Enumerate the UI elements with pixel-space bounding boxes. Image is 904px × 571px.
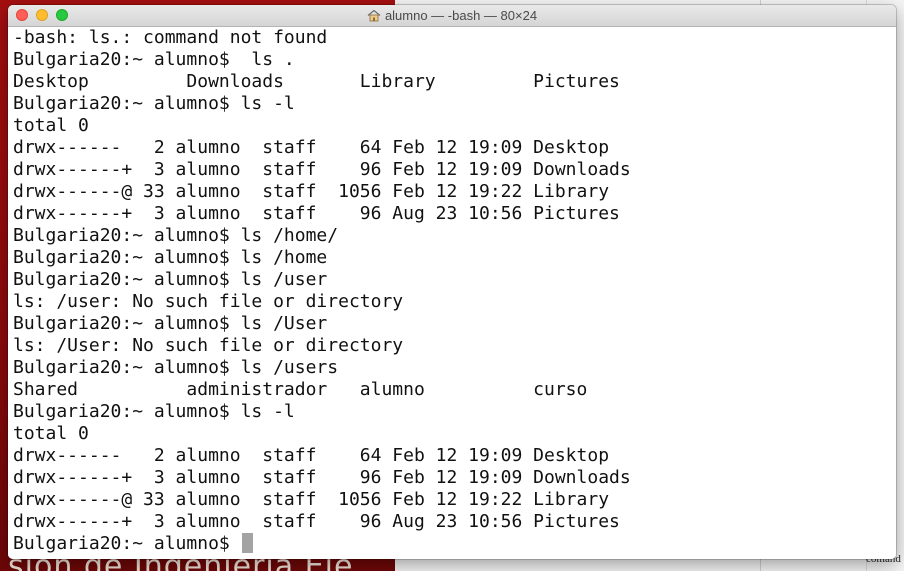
window-title: alumno — -bash — 80×24 — [8, 5, 896, 26]
text-cursor — [241, 533, 253, 553]
terminal-line: total 0 — [13, 115, 89, 136]
terminal-line: drwx------+ 3 alumno staff 96 Feb 12 19:… — [13, 467, 631, 488]
terminal-line: Bulgaria20:~ alumno$ ls /user — [13, 269, 328, 290]
terminal-line: Bulgaria20:~ alumno$ ls /home — [13, 247, 328, 268]
terminal-line: drwx------@ 33 alumno staff 1056 Feb 12 … — [13, 489, 610, 510]
terminal-line: Bulgaria20:~ alumno$ ls -l — [13, 401, 295, 422]
terminal-line: Bulgaria20:~ alumno$ ls /users — [13, 357, 339, 378]
terminal-line: drwx------+ 3 alumno staff 96 Aug 23 10:… — [13, 511, 620, 532]
terminal-line: Bulgaria20:~ alumno$ ls -l — [13, 93, 295, 114]
terminal-line: Desktop Downloads Library Pictures — [13, 71, 620, 92]
title-bar[interactable]: alumno — -bash — 80×24 — [8, 5, 896, 27]
terminal-prompt: Bulgaria20:~ alumno$ — [13, 533, 241, 554]
home-folder-icon — [367, 9, 381, 22]
terminal-line: ls: /user: No such file or directory — [13, 291, 404, 312]
terminal-line: drwx------@ 33 alumno staff 1056 Feb 12 … — [13, 181, 610, 202]
terminal-line: Bulgaria20:~ alumno$ ls /User — [13, 313, 328, 334]
terminal-line: ls: /User: No such file or directory — [13, 335, 404, 356]
terminal-line: drwx------ 2 alumno staff 64 Feb 12 19:0… — [13, 137, 610, 158]
terminal-line: drwx------ 2 alumno staff 64 Feb 12 19:0… — [13, 445, 610, 466]
terminal-line: drwx------+ 3 alumno staff 96 Aug 23 10:… — [13, 203, 620, 224]
window-title-text: alumno — -bash — 80×24 — [384, 8, 538, 23]
terminal-output[interactable]: -bash: ls.: command not found Bulgaria20:… — [8, 27, 896, 559]
terminal-text: -bash: ls.: command not found Bulgaria20:… — [13, 27, 631, 555]
terminal-line: Bulgaria20:~ alumno$ ls . — [13, 49, 295, 70]
terminal-window[interactable]: alumno — -bash — 80×24 -bash: ls.: comma… — [8, 5, 896, 559]
terminal-prompt-line[interactable]: Bulgaria20:~ alumno$ — [13, 533, 631, 555]
terminal-line: drwx------+ 3 alumno staff 96 Feb 12 19:… — [13, 159, 631, 180]
terminal-line: total 0 — [13, 423, 89, 444]
terminal-line: -bash: ls.: command not found — [13, 27, 328, 48]
terminal-line: Bulgaria20:~ alumno$ ls /home/ — [13, 225, 339, 246]
terminal-line: Shared administrador alumno curso — [13, 379, 588, 400]
